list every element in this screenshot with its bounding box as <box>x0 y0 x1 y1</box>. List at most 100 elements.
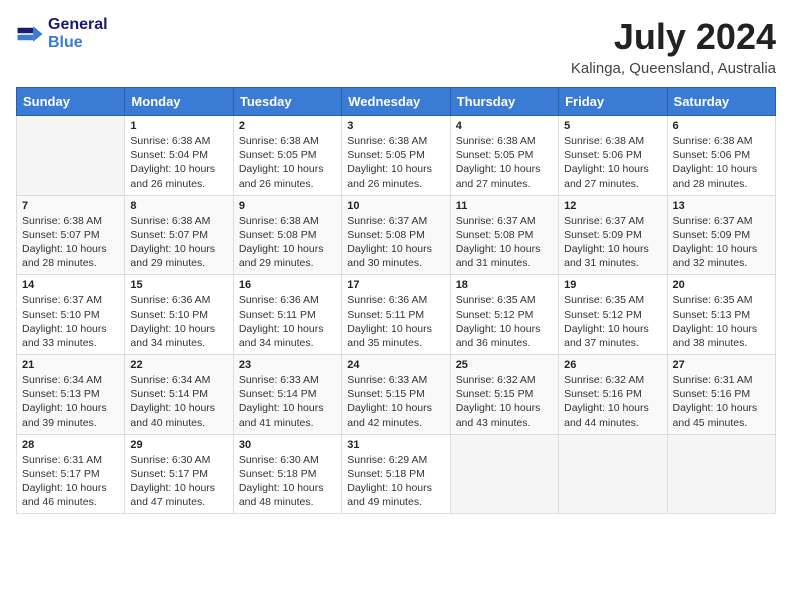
day-info-line: and 47 minutes. <box>130 495 227 509</box>
day-info-line: Sunset: 5:16 PM <box>673 387 770 401</box>
day-number: 21 <box>22 359 119 371</box>
day-info-line: and 39 minutes. <box>22 416 119 430</box>
day-info-line: Sunset: 5:15 PM <box>456 387 553 401</box>
calendar-cell: 3Sunrise: 6:38 AMSunset: 5:05 PMDaylight… <box>342 116 450 196</box>
day-info-line: and 32 minutes. <box>673 256 770 270</box>
calendar-cell: 17Sunrise: 6:36 AMSunset: 5:11 PMDayligh… <box>342 275 450 355</box>
day-info-line: Sunrise: 6:33 AM <box>239 373 336 387</box>
day-info-line: Sunrise: 6:32 AM <box>456 373 553 387</box>
day-info-line: Daylight: 10 hours <box>130 322 227 336</box>
calendar-cell: 25 Sunrise: 6:32 AMSunset: 5:15 PMDayligh… <box>450 355 558 435</box>
calendar-header-row: SundayMondayTuesdayWednesdayThursdayFrid… <box>17 88 776 116</box>
day-info-line: Sunrise: 6:37 AM <box>22 293 119 307</box>
day-info-line: Sunset: 5:12 PM <box>456 308 553 322</box>
day-info-line: Daylight: 10 hours <box>22 481 119 495</box>
month-year: July 2024 <box>571 16 776 58</box>
day-info-line: Sunset: 5:08 PM <box>347 228 444 242</box>
day-info-line: and 28 minutes. <box>673 177 770 191</box>
day-info-line: and 28 minutes. <box>22 256 119 270</box>
day-number: 18 <box>456 279 553 291</box>
calendar-header-sunday: Sunday <box>17 88 125 116</box>
calendar-cell: 27Sunrise: 6:31 AMSunset: 5:16 PMDayligh… <box>667 355 775 435</box>
day-info-line: and 41 minutes. <box>239 416 336 430</box>
calendar-cell: 6Sunrise: 6:38 AMSunset: 5:06 PMDaylight… <box>667 116 775 196</box>
day-number: 2 <box>239 120 336 132</box>
day-info-line: Sunrise: 6:34 AM <box>130 373 227 387</box>
day-info-line: Daylight: 10 hours <box>673 401 770 415</box>
day-number: 11 <box>456 200 553 212</box>
logo-line1: General <box>48 16 108 34</box>
day-number: 27 <box>673 359 770 371</box>
day-info-line: Daylight: 10 hours <box>673 322 770 336</box>
day-info-line: Daylight: 10 hours <box>347 481 444 495</box>
day-info-line: Daylight: 10 hours <box>564 401 661 415</box>
calendar-cell <box>17 116 125 196</box>
day-info-line: Sunrise: 6:35 AM <box>456 293 553 307</box>
day-number: 20 <box>673 279 770 291</box>
day-info-line: Daylight: 10 hours <box>239 401 336 415</box>
day-info-line: and 48 minutes. <box>239 495 336 509</box>
day-info-line: Sunset: 5:06 PM <box>564 148 661 162</box>
day-info-line: Sunset: 5:08 PM <box>456 228 553 242</box>
day-number: 22 <box>130 359 227 371</box>
day-info-line: and 43 minutes. <box>456 416 553 430</box>
day-number: 10 <box>347 200 444 212</box>
day-info-line: Sunset: 5:13 PM <box>673 308 770 322</box>
day-info-line: Sunset: 5:18 PM <box>347 467 444 481</box>
calendar-cell: 31Sunrise: 6:29 AMSunset: 5:18 PMDayligh… <box>342 434 450 514</box>
day-number: 1 <box>130 120 227 132</box>
day-info-line: Sunrise: 6:35 AM <box>673 293 770 307</box>
day-info-line: Sunset: 5:07 PM <box>130 228 227 242</box>
calendar-cell: 10 Sunrise: 6:37 AMSunset: 5:08 PMDayligh… <box>342 195 450 275</box>
day-info-line: Sunrise: 6:35 AM <box>564 293 661 307</box>
calendar-cell: 21Sunrise: 6:34 AMSunset: 5:13 PMDayligh… <box>17 355 125 435</box>
day-info-line: Sunrise: 6:30 AM <box>130 453 227 467</box>
calendar-cell: 13Sunrise: 6:37 AMSunset: 5:09 PMDayligh… <box>667 195 775 275</box>
day-info-line: Sunrise: 6:31 AM <box>22 453 119 467</box>
calendar-cell: 14Sunrise: 6:37 AMSunset: 5:10 PMDayligh… <box>17 275 125 355</box>
calendar-week-row: 1Sunrise: 6:38 AMSunset: 5:04 PMDaylight… <box>17 116 776 196</box>
day-number: 23 <box>239 359 336 371</box>
calendar-cell: 19Sunrise: 6:35 AMSunset: 5:12 PMDayligh… <box>559 275 667 355</box>
day-number: 5 <box>564 120 661 132</box>
day-info-line: Sunrise: 6:38 AM <box>130 134 227 148</box>
day-info-line: and 33 minutes. <box>22 336 119 350</box>
day-info-line: Sunset: 5:17 PM <box>22 467 119 481</box>
day-info-line: and 44 minutes. <box>564 416 661 430</box>
day-info-line: Sunrise: 6:30 AM <box>239 453 336 467</box>
day-info-line: Sunrise: 6:38 AM <box>239 214 336 228</box>
day-info-line: Sunrise: 6:33 AM <box>347 373 444 387</box>
calendar-cell <box>450 434 558 514</box>
day-info-line: Sunset: 5:09 PM <box>564 228 661 242</box>
calendar-cell: 11Sunrise: 6:37 AMSunset: 5:08 PMDayligh… <box>450 195 558 275</box>
day-info-line: Sunrise: 6:37 AM <box>347 214 444 228</box>
day-info-line: and 42 minutes. <box>347 416 444 430</box>
location: Kalinga, Queensland, Australia <box>571 60 776 77</box>
day-info-line: Sunrise: 6:36 AM <box>239 293 336 307</box>
day-info-line: and 27 minutes. <box>564 177 661 191</box>
calendar-header-wednesday: Wednesday <box>342 88 450 116</box>
calendar-header-thursday: Thursday <box>450 88 558 116</box>
day-info-line: Sunrise: 6:29 AM <box>347 453 444 467</box>
day-info-line: Sunset: 5:12 PM <box>564 308 661 322</box>
calendar-cell: 30Sunrise: 6:30 AMSunset: 5:18 PMDayligh… <box>233 434 341 514</box>
day-info-line: Daylight: 10 hours <box>456 401 553 415</box>
day-info-line: and 40 minutes. <box>130 416 227 430</box>
calendar-cell: 20 Sunrise: 6:35 AMSunset: 5:13 PMDayligh… <box>667 275 775 355</box>
logo-line2: Blue <box>48 34 108 52</box>
calendar-cell <box>559 434 667 514</box>
day-info-line: Sunset: 5:09 PM <box>673 228 770 242</box>
day-number: 7 <box>22 200 119 212</box>
day-info-line: Sunset: 5:11 PM <box>239 308 336 322</box>
day-number: 14 <box>22 279 119 291</box>
calendar-cell: 2Sunrise: 6:38 AMSunset: 5:05 PMDaylight… <box>233 116 341 196</box>
day-info-line: Daylight: 10 hours <box>347 242 444 256</box>
day-info-line: Sunrise: 6:36 AM <box>347 293 444 307</box>
day-info-line: Sunrise: 6:38 AM <box>673 134 770 148</box>
day-info-line: Sunrise: 6:32 AM <box>564 373 661 387</box>
day-info-line: Daylight: 10 hours <box>22 242 119 256</box>
day-number: 25 <box>456 359 553 371</box>
calendar-cell: 1Sunrise: 6:38 AMSunset: 5:04 PMDaylight… <box>125 116 233 196</box>
calendar-cell: 7Sunrise: 6:38 AMSunset: 5:07 PMDaylight… <box>17 195 125 275</box>
header: General Blue July 2024 Kalinga, Queensla… <box>16 16 776 77</box>
